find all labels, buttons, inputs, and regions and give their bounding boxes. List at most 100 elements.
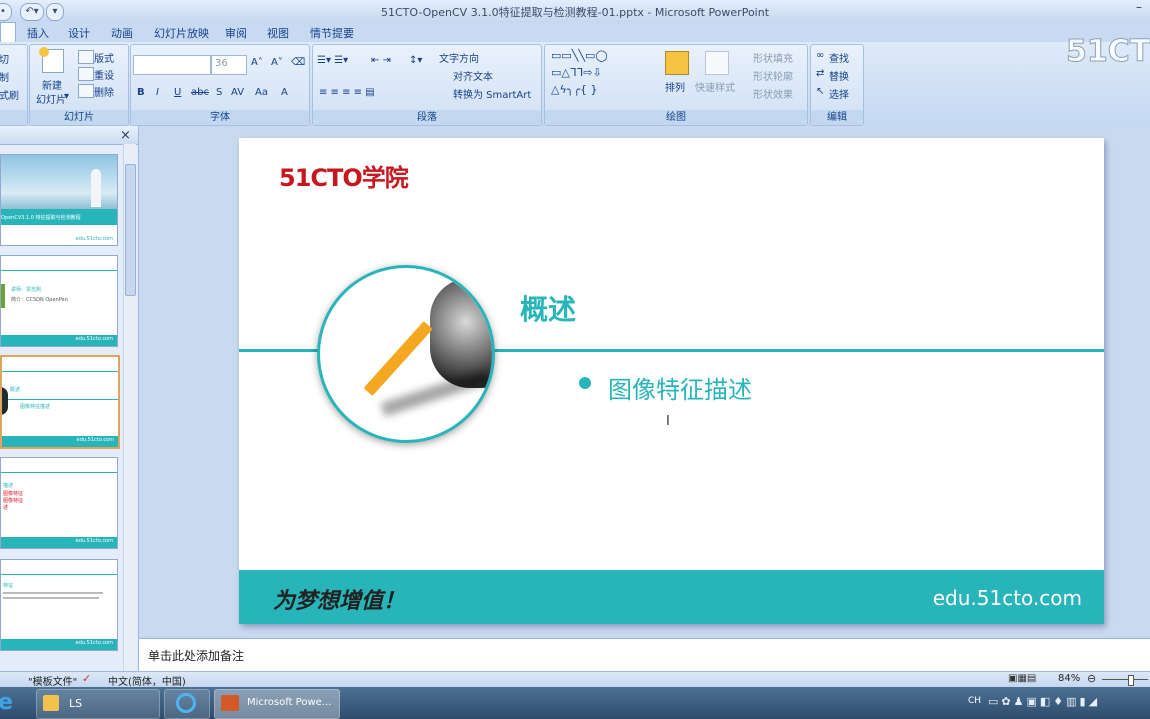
thumbnail-subtitle: 简介：CCSDN OpenPen xyxy=(11,297,68,303)
new-slide-icon[interactable] xyxy=(39,47,64,73)
thumbnail-title: 讲师：贾志刚 xyxy=(11,287,42,293)
font-color-icon[interactable]: A xyxy=(281,87,288,98)
replace-button[interactable]: 替换 xyxy=(829,68,849,83)
strikethrough-icon[interactable]: abc xyxy=(191,87,209,98)
input-language[interactable]: CH xyxy=(968,696,981,706)
notes-placeholder: 单击此处添加备注 xyxy=(148,649,245,663)
shapes-gallery-row3[interactable]: △ϟ╮╭{ } xyxy=(551,83,597,96)
thumbnail-circle-image xyxy=(2,387,8,415)
change-case-icon[interactable]: Aa xyxy=(255,87,268,98)
slide-thumbnail-5[interactable]: 特征 edu.51cto.com xyxy=(0,559,118,651)
smartart-button[interactable]: 转换为 SmartArt xyxy=(453,86,531,101)
shape-outline-button[interactable]: 形状轮廓 xyxy=(753,68,793,83)
find-button[interactable]: 查找 xyxy=(829,50,849,65)
slide-thumbnail-pane: × OpenCV3.1.0 特征提取与检测教程 edu.51cto.com 讲师… xyxy=(0,126,139,671)
grow-font-icon[interactable]: A˄ xyxy=(251,57,263,68)
folder-icon xyxy=(43,695,59,711)
ribbon-tabs: 插入 设计 动画 幻灯片放映 审阅 视图 情节提要 xyxy=(0,22,1150,43)
cut-button[interactable]: 切 xyxy=(0,51,9,66)
tab-slideshow[interactable]: 幻灯片放映 xyxy=(154,25,209,41)
char-spacing-icon[interactable]: AV xyxy=(231,87,244,98)
layout-button[interactable]: 版式 xyxy=(94,50,114,65)
slide-thumbnail-4[interactable]: 描述 图像特征 图像特征 述 edu.51cto.com xyxy=(0,457,118,549)
thumbnail-scrollbar[interactable] xyxy=(123,144,136,671)
delete-button[interactable]: 删除 xyxy=(94,84,114,99)
tab-review[interactable]: 审阅 xyxy=(225,25,247,41)
font-group-label: 字体 xyxy=(131,110,309,125)
shapes-gallery-row2[interactable]: ▭△ᒣᒣ⇨⇩ xyxy=(551,66,602,79)
underline-icon[interactable]: U xyxy=(174,87,181,98)
reset-button[interactable]: 重设 xyxy=(94,67,114,82)
tab-design[interactable]: 设计 xyxy=(68,25,90,41)
taskbar-browser-button[interactable] xyxy=(164,689,210,719)
thumbnail-title-bar: OpenCV3.1.0 特征提取与检测教程 xyxy=(1,209,117,225)
tab-insert[interactable]: 插入 xyxy=(27,25,49,41)
indent-icon[interactable]: ⇤ ⇥ xyxy=(371,55,391,66)
slide-bullet-text: 图像特征描述 xyxy=(608,376,752,404)
text-direction-button[interactable]: 文字方向 xyxy=(439,50,479,65)
bullet-dot-icon xyxy=(579,377,591,389)
clipboard-group: 切 制 式刷 xyxy=(0,44,28,126)
zoom-level[interactable]: 84% xyxy=(1058,673,1080,684)
window-title: 51CTO-OpenCV 3.1.0特征提取与检测教程-01.pptx - Mi… xyxy=(380,6,770,19)
ie-icon[interactable]: e xyxy=(0,690,20,716)
thumbnail-footer: edu.51cto.com xyxy=(2,436,118,447)
taskbar-folder-button[interactable]: LS xyxy=(36,689,160,719)
shrink-font-icon[interactable]: A˅ xyxy=(271,57,283,68)
shape-fill-button[interactable]: 形状填充 xyxy=(753,50,793,65)
thumbnail-url: edu.51cto.com xyxy=(75,236,113,242)
shadow-icon[interactable]: S xyxy=(216,87,222,98)
slide-thumbnail-1[interactable]: OpenCV3.1.0 特征提取与检测教程 edu.51cto.com xyxy=(0,154,118,246)
line-spacing-icon[interactable]: ↕▾ xyxy=(409,55,422,66)
tab-storyboard[interactable]: 情节提要 xyxy=(310,25,354,41)
powerpoint-icon xyxy=(221,695,239,711)
paragraph-group: ☰▾ ☰▾ ⇤ ⇥ ↕▾ 文字方向 对齐文本 ≡ ≡ ≡ ≡ ▤ 转换为 Sma… xyxy=(312,44,542,126)
status-language[interactable]: 中文(简体，中国) xyxy=(108,673,186,688)
align-icons[interactable]: ≡ ≡ ≡ ≡ ▤ xyxy=(319,87,375,98)
copy-button[interactable]: 制 xyxy=(0,69,9,84)
taskbar-powerpoint-button[interactable]: Microsoft Powe... xyxy=(214,689,340,719)
slide-thumbnail-3[interactable]: 概述 图像特征描述 edu.51cto.com xyxy=(0,355,120,449)
close-pane-icon[interactable]: × xyxy=(120,128,131,143)
font-size-value: 36 xyxy=(215,58,228,69)
minimize-button[interactable]: – xyxy=(1136,1,1150,14)
arrange-button[interactable]: 排列 xyxy=(665,79,685,94)
select-button[interactable]: 选择 xyxy=(829,86,849,101)
tab-animation[interactable]: 动画 xyxy=(111,25,133,41)
slides-group-label: 幻灯片 xyxy=(30,110,128,125)
spellcheck-icon[interactable]: ✓ xyxy=(82,672,91,685)
slide-thumbnail-2[interactable]: 讲师：贾志刚 简介：CCSDN OpenPen edu.51cto.com xyxy=(0,255,118,347)
arrange-icon xyxy=(665,51,689,75)
shapes-gallery[interactable]: ▭▭╲╲▭◯ xyxy=(551,49,608,62)
font-name-combo[interactable] xyxy=(133,55,211,75)
current-slide[interactable]: 51CTO学院 概述 图像特征描述 I 为梦想增值！ edu.51cto.com xyxy=(239,138,1104,624)
align-text-button[interactable]: 对齐文本 xyxy=(453,68,493,83)
binoculars-icon: ∞ xyxy=(816,50,825,61)
font-size-combo[interactable]: 36 xyxy=(211,55,247,75)
system-tray-icons[interactable]: ▭✿♟▣◧♦▥▮◢ xyxy=(988,695,1100,708)
zoom-out-icon[interactable]: ⊖ xyxy=(1087,672,1096,685)
tab-view[interactable]: 视图 xyxy=(267,25,289,41)
pencil-hand-image xyxy=(317,265,495,443)
new-slide-button[interactable]: 新建 xyxy=(42,77,62,92)
bullets-icon[interactable]: ☰▾ ☰▾ xyxy=(317,55,348,66)
thumbnail-line-3: 述 xyxy=(3,505,9,511)
slide-slogan: 为梦想增值！ xyxy=(273,588,406,614)
zoom-slider[interactable] xyxy=(1102,679,1148,680)
italic-icon[interactable]: I xyxy=(156,87,159,98)
view-buttons-icon[interactable]: ▣▦▤ xyxy=(1008,673,1036,684)
new-slide-dropdown[interactable]: 幻灯片 xyxy=(36,91,66,106)
clear-format-icon[interactable]: ⌫ xyxy=(291,57,305,68)
shape-effects-button[interactable]: 形状效果 xyxy=(753,86,793,101)
zoom-slider-thumb[interactable] xyxy=(1128,675,1134,686)
browser-icon xyxy=(176,693,196,713)
quick-styles-button[interactable]: 快速样式 xyxy=(695,79,735,94)
pencil-shape xyxy=(363,321,433,397)
tab-start[interactable] xyxy=(0,22,16,43)
thumbnail-title: OpenCV3.1.0 特征提取与检测教程 xyxy=(1,215,81,221)
thumbnail-footer: edu.51cto.com xyxy=(1,537,117,548)
format-painter-button[interactable]: 式刷 xyxy=(0,87,19,102)
scrollbar-thumb[interactable] xyxy=(125,164,136,296)
bold-icon[interactable]: B xyxy=(137,87,145,98)
notes-pane[interactable]: 单击此处添加备注 xyxy=(139,638,1150,671)
